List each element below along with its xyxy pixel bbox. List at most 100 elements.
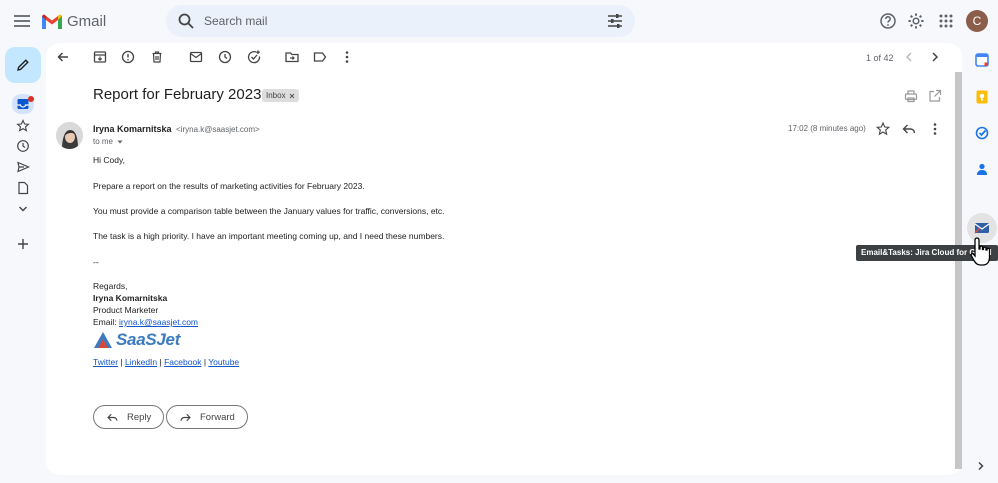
- signature-separator: --: [93, 257, 99, 267]
- more-actions-button[interactable]: [339, 49, 355, 65]
- hand-cursor: [969, 236, 993, 268]
- person-photo-icon: [56, 122, 83, 149]
- facebook-link[interactable]: Facebook: [164, 357, 201, 367]
- calendar-icon: [975, 53, 989, 67]
- compose-button[interactable]: [5, 47, 41, 83]
- body-paragraph: The task is a high priority. I have an i…: [93, 231, 445, 241]
- newer-button[interactable]: [901, 49, 917, 65]
- reply-label: Reply: [127, 411, 152, 423]
- open-new-window-button[interactable]: [927, 88, 943, 104]
- pencil-icon: [17, 59, 29, 71]
- sender-avatar[interactable]: [56, 122, 83, 149]
- email-subject: Report for February 2023: [93, 86, 262, 103]
- recipient-details[interactable]: to me: [93, 137, 124, 146]
- inbox-label-chip[interactable]: Inbox: [262, 89, 299, 102]
- link-separator: |: [120, 357, 123, 367]
- signature-email-link[interactable]: iryna.k@saasjet.com: [119, 317, 198, 327]
- scrollbar-thumb[interactable]: [955, 72, 962, 469]
- move-to-button[interactable]: [284, 49, 300, 65]
- message-timestamp: 17:02 (8 minutes ago): [788, 124, 866, 133]
- snooze-clock-icon: [218, 50, 232, 64]
- help-icon: [880, 13, 896, 29]
- reply-icon-button[interactable]: [901, 121, 917, 137]
- signature-title: Product Marketer: [93, 305, 159, 315]
- star-icon: [16, 119, 30, 132]
- nav-more[interactable]: [14, 200, 32, 218]
- gmail-wordmark: Gmail: [67, 12, 107, 30]
- search-input[interactable]: [204, 14, 605, 28]
- search-options-icon[interactable]: [605, 11, 625, 31]
- folder-move-icon: [285, 52, 299, 63]
- mail-icon: [189, 51, 203, 63]
- print-all-button[interactable]: [903, 88, 919, 104]
- nav-starred[interactable]: [14, 117, 32, 135]
- draft-file-icon: [18, 181, 29, 195]
- gmail-logo[interactable]: Gmail: [41, 9, 106, 33]
- linkedin-link[interactable]: LinkedIn: [125, 357, 157, 367]
- caret-down-icon: [117, 140, 123, 143]
- snooze-button[interactable]: [217, 49, 233, 65]
- forward-button[interactable]: Forward: [166, 405, 248, 429]
- older-button[interactable]: [927, 49, 943, 65]
- main-menu-button[interactable]: [10, 9, 34, 33]
- signature-regards: Regards,: [93, 281, 128, 291]
- nav-sent[interactable]: [14, 158, 32, 176]
- labels-button[interactable]: [312, 49, 328, 65]
- plus-icon: [18, 239, 28, 249]
- star-icon: [875, 121, 891, 136]
- search-icon[interactable]: [176, 11, 196, 31]
- link-separator: |: [159, 357, 162, 367]
- sender-name[interactable]: Iryna Komarnitska: [93, 124, 172, 134]
- youtube-link[interactable]: Youtube: [208, 357, 239, 367]
- email-tasks-addon-icon: [974, 223, 990, 234]
- reply-icon: [107, 413, 118, 421]
- back-button[interactable]: [55, 49, 71, 65]
- arrow-left-icon: [57, 52, 68, 62]
- nav-add-label[interactable]: [14, 235, 32, 253]
- clock-icon: [17, 140, 29, 152]
- search-bar[interactable]: [166, 5, 635, 37]
- sender-email: <iryna.k@saasjet.com>: [176, 125, 260, 134]
- pointer-hand-icon: [970, 237, 991, 266]
- archive-icon: [93, 51, 107, 63]
- close-icon[interactable]: [289, 93, 295, 99]
- apps-grid-icon: [939, 14, 953, 28]
- google-apps-button[interactable]: [936, 11, 956, 31]
- link-separator: |: [203, 357, 207, 367]
- reply-button[interactable]: Reply: [93, 405, 165, 429]
- star-message-button[interactable]: [875, 121, 891, 137]
- mark-unread-button[interactable]: [188, 49, 204, 65]
- keep-app-button[interactable]: [973, 88, 991, 106]
- support-button[interactable]: [878, 11, 898, 31]
- add-to-tasks-button[interactable]: [246, 49, 262, 65]
- signature-email-line: Email: iryna.k@saasjet.com: [93, 317, 198, 327]
- archive-button[interactable]: [92, 49, 108, 65]
- delete-button[interactable]: [149, 49, 165, 65]
- signature-email-label: Email:: [93, 317, 117, 327]
- chevron-right-icon: [932, 52, 939, 62]
- body-greeting: Hi Cody,: [93, 155, 125, 165]
- menu-icon: [14, 15, 30, 27]
- calendar-app-button[interactable]: [973, 51, 991, 69]
- account-avatar[interactable]: C: [966, 10, 988, 32]
- saasjet-mark-icon: [94, 332, 112, 348]
- nav-drafts[interactable]: [14, 179, 32, 197]
- contacts-person-icon: [977, 163, 987, 175]
- signature-name: Iryna Komarnitska: [93, 293, 168, 303]
- more-vertical-icon: [933, 123, 937, 135]
- nav-snoozed[interactable]: [14, 137, 32, 155]
- tasks-app-button[interactable]: [973, 124, 991, 142]
- saasjet-logo[interactable]: SaaSJet: [93, 330, 180, 350]
- tasks-check-icon: [975, 126, 989, 140]
- contacts-app-button[interactable]: [973, 160, 991, 178]
- unread-dot: [28, 96, 34, 102]
- message-more-button[interactable]: [927, 121, 943, 137]
- body-paragraph: You must provide a comparison table betw…: [93, 206, 445, 216]
- expand-side-panel-button[interactable]: [975, 460, 987, 472]
- trash-icon: [152, 51, 162, 63]
- settings-button[interactable]: [906, 11, 926, 31]
- social-links: Twitter | LinkedIn | Facebook | Youtube: [93, 357, 239, 367]
- twitter-link[interactable]: Twitter: [93, 357, 118, 367]
- reply-icon: [902, 124, 916, 134]
- report-spam-button[interactable]: [120, 49, 136, 65]
